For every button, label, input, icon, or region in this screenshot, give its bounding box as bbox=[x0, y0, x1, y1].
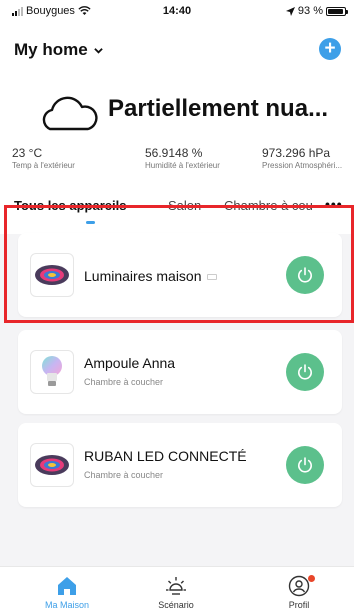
sun-icon bbox=[166, 577, 186, 595]
tab-all-devices[interactable]: Tous les appareils bbox=[14, 198, 126, 213]
device-name: Luminaires maison bbox=[84, 268, 202, 284]
room-tabs: Tous les appareils Salon Chambre à cou bbox=[0, 198, 354, 228]
pressure-metric: 973.296 hPa Pression Atmosphéri... bbox=[262, 146, 352, 170]
battery-percent: 93 % bbox=[297, 5, 323, 17]
home-selector[interactable]: My home bbox=[14, 40, 103, 60]
device-name: RUBAN LED CONNECTÉ bbox=[84, 448, 247, 464]
chevron-down-icon bbox=[93, 47, 103, 54]
metric-label: Pression Atmosphéri... bbox=[262, 161, 343, 170]
device-room: Chambre à coucher bbox=[84, 470, 164, 480]
metric-value: 973.296 hPa bbox=[262, 146, 331, 160]
device-card[interactable]: Ampoule Anna Chambre à coucher bbox=[18, 330, 342, 414]
device-card[interactable]: RUBAN LED CONNECTÉ Chambre à coucher bbox=[18, 423, 342, 507]
add-device-button[interactable]: + bbox=[319, 38, 341, 60]
device-room: Chambre à coucher bbox=[84, 377, 164, 387]
active-tab-indicator bbox=[86, 221, 95, 224]
device-name-row: Luminaires maison bbox=[84, 268, 217, 284]
profile-icon bbox=[288, 575, 310, 597]
bottom-nav: Ma Maison Scénario Profil bbox=[0, 566, 354, 611]
nav-scenario[interactable]: Scénario bbox=[131, 575, 221, 610]
cloud-icon bbox=[42, 96, 98, 131]
nav-label: Profil bbox=[288, 600, 310, 610]
power-button[interactable] bbox=[286, 446, 324, 484]
battery-icon bbox=[326, 6, 348, 16]
temperature-metric: 23 °C Temp à l'extérieur bbox=[12, 146, 75, 170]
led-strip-image bbox=[30, 443, 74, 487]
metric-label: Humidité à l'extérieur bbox=[145, 161, 220, 170]
bulb-image bbox=[30, 350, 74, 394]
tab-salon[interactable]: Salon bbox=[168, 198, 201, 213]
humidity-metric: 56.9148 % Humidité à l'extérieur bbox=[145, 146, 220, 170]
power-icon bbox=[298, 364, 312, 380]
home-name: My home bbox=[14, 40, 88, 59]
device-name: Ampoule Anna bbox=[84, 355, 176, 371]
status-right: 93 % bbox=[285, 5, 348, 17]
power-button[interactable] bbox=[286, 256, 324, 294]
metric-label: Temp à l'extérieur bbox=[12, 161, 75, 170]
weather-condition: Partiellement nua... bbox=[108, 95, 329, 122]
location-arrow-icon bbox=[285, 6, 295, 16]
power-button[interactable] bbox=[286, 353, 324, 391]
nav-ma-maison[interactable]: Ma Maison bbox=[22, 575, 112, 610]
nav-profil[interactable]: Profil bbox=[254, 575, 344, 610]
led-strip-image bbox=[30, 253, 74, 297]
home-icon bbox=[58, 577, 76, 595]
group-icon bbox=[206, 274, 217, 281]
status-bar: Bouygues 14:40 93 % bbox=[0, 0, 354, 22]
nav-label: Ma Maison bbox=[44, 600, 89, 610]
tab-chambre[interactable]: Chambre à cou bbox=[224, 198, 320, 213]
metric-value: 23 °C bbox=[12, 146, 43, 160]
device-card[interactable]: Luminaires maison bbox=[18, 233, 342, 317]
more-tabs-button[interactable]: ••• bbox=[325, 196, 343, 212]
nav-label: Scénario bbox=[158, 600, 194, 610]
power-icon bbox=[298, 267, 312, 283]
notification-dot bbox=[308, 575, 315, 582]
metric-value: 56.9148 % bbox=[145, 146, 203, 160]
power-icon bbox=[298, 457, 312, 473]
